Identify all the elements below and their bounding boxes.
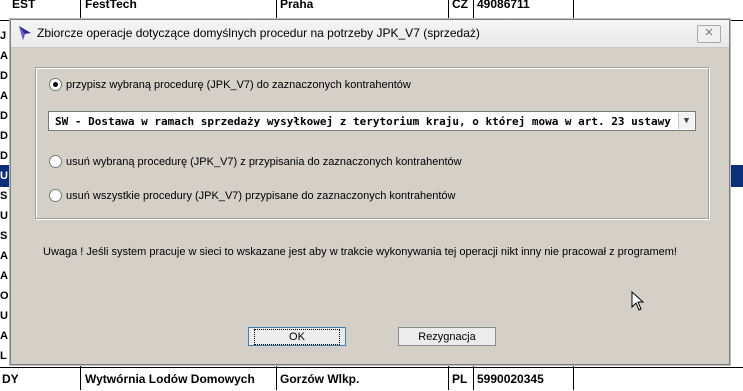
close-icon: ✕ — [704, 27, 714, 39]
cell-nip: 49086711 — [477, 0, 530, 11]
warning-note: Uwaga ! Jeśli system pracuje w sieci to … — [43, 246, 677, 258]
row-letter: J — [0, 30, 7, 42]
chevron-down-icon[interactable]: ▼ — [678, 113, 694, 129]
row-letter: D — [0, 130, 8, 142]
radio-assign[interactable] — [49, 77, 62, 91]
table-row[interactable]: DY Wytwórnia Lodów Domowych Gorzów Wlkp.… — [0, 367, 743, 391]
row-letter: S — [0, 190, 8, 202]
row-letter: D — [0, 150, 8, 162]
cell-country: CZ — [452, 0, 468, 11]
row-letter: D — [0, 110, 8, 122]
row-letter: U — [0, 310, 8, 322]
cancel-button-label: Rezygnacja — [418, 331, 476, 343]
ok-button-label: OK — [254, 329, 340, 345]
cell-name: Wytwórnia Lodów Domowych — [85, 372, 255, 386]
row-letter: D — [0, 70, 8, 82]
dialog-title: Zbiorcze operacje dotyczące domyślnych p… — [37, 26, 480, 40]
row-letter: S — [0, 230, 8, 242]
cell-name: FestTech — [85, 0, 137, 11]
option-remove-selected-label: usuń wybraną procedurę (JPK_V7) z przypi… — [66, 156, 462, 168]
mouse-cursor-icon — [631, 291, 645, 311]
row-letter: A — [0, 250, 8, 262]
cell-city: Praha — [280, 0, 314, 11]
row-letter: A — [0, 270, 8, 282]
cell-nip: 5990020345 — [477, 372, 544, 386]
option-assign-label: przypisz wybraną procedurę (JPK_V7) do z… — [66, 79, 411, 91]
table-row[interactable]: EST FestTech Praha CZ 49086711 — [0, 0, 743, 21]
row-letter: L — [0, 350, 7, 362]
row-letter: A — [0, 330, 8, 342]
row-letter: O — [0, 290, 9, 302]
close-button[interactable]: ✕ — [697, 25, 721, 43]
option-remove-all[interactable]: usuń wszystkie procedury (JPK_V7) przypi… — [49, 187, 455, 205]
radio-remove-selected[interactable] — [49, 154, 62, 168]
cell-city: Gorzów Wlkp. — [280, 372, 360, 386]
app-arrow-icon — [19, 26, 31, 40]
procedure-select-value: SW - Dostawa w ramach sprzedaży wysyłkow… — [55, 115, 671, 128]
cancel-button[interactable]: Rezygnacja — [398, 327, 496, 346]
option-assign[interactable]: przypisz wybraną procedurę (JPK_V7) do z… — [49, 76, 411, 94]
row-letter: U — [0, 210, 8, 222]
procedure-select[interactable]: SW - Dostawa w ramach sprzedaży wysyłkow… — [48, 111, 696, 131]
dialog-titlebar[interactable]: Zbiorcze operacje dotyczące domyślnych p… — [11, 20, 729, 48]
cell-code: EST — [12, 0, 36, 11]
option-remove-all-label: usuń wszystkie procedury (JPK_V7) przypi… — [66, 190, 456, 202]
row-letter: A — [0, 90, 8, 102]
cell-code: DY — [2, 372, 19, 386]
ok-button[interactable]: OK — [248, 327, 346, 346]
bulk-procedures-dialog: Zbiorcze operacje dotyczące domyślnych p… — [10, 19, 730, 365]
row-letter: A — [0, 50, 8, 62]
cell-country: PL — [452, 372, 468, 386]
row-letter-selected: U — [0, 170, 8, 182]
radio-remove-all[interactable] — [49, 188, 62, 202]
option-remove-selected[interactable]: usuń wybraną procedurę (JPK_V7) z przypi… — [49, 153, 462, 171]
